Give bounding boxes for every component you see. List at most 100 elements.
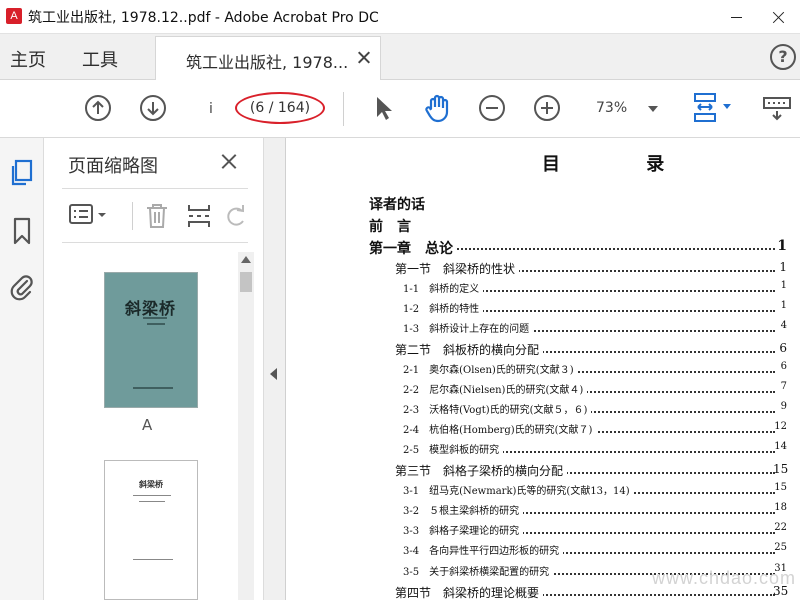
zoom-dropdown-icon[interactable] [648,106,658,112]
paperclip-icon [10,275,33,301]
thumbnails-scrollbar[interactable] [238,252,254,600]
toc-entry[interactable]: 2-5 模型斜板的研究 14 [287,441,787,461]
toc-entry[interactable]: 第一节 斜梁桥的性状 1 [287,260,787,280]
cover-subtitle-line [143,317,167,319]
toc-page-number: 6 [779,341,787,355]
toc-entry[interactable]: 1-3 斜桥设计上存在的问题 4 [287,320,787,340]
document-tab-label: 筑工业出版社, 1978... [186,53,349,72]
bookmark-icon [13,217,31,245]
list-options-icon [69,204,106,224]
toc-entry-title: 2-3 沃格特(Vogt)氏的研究(文献５，６) [403,401,592,416]
toc-entry-title: 3-4 各向异性平行四边形板的研究 [403,542,564,557]
toc-entry[interactable]: 2-4 杭伯格(Homberg)氏的研究(文献７) 12 [287,421,787,441]
toc-entry-title: 第三节 斜格子梁桥的横向分配 [395,462,568,479]
tab-home[interactable]: 主页 [10,46,46,72]
toc-entry[interactable]: 1-1 斜桥的定义 1 [287,280,787,300]
tab-tools[interactable]: 工具 [82,46,118,72]
delete-pages-button[interactable] [144,202,170,234]
page-thumbnail-title-page[interactable]: 斜梁桥 [104,460,198,600]
fit-page-icon [694,93,731,122]
toc-entry[interactable]: 第一章 总论 1 [287,238,787,258]
toc-page-number: 1 [779,260,787,274]
toc-entry[interactable]: 3-3 斜格子梁理论的研究 22 [287,522,787,542]
toc-entry-title: 前 言 [369,216,415,236]
options-menu-button[interactable] [68,202,110,232]
toc-entry[interactable]: 3-4 各向异性平行四边形板的研究 25 [287,542,787,562]
toc-entry-title: 1-2 斜桥的特性 [403,300,484,315]
page-thumbnails-button[interactable] [8,158,36,192]
toc-entry[interactable]: 3-1 纽马克(Newmark)氏等的研究(文献13，14) 15 [287,482,787,502]
hand-tool-button[interactable] [422,92,454,124]
toc-entry[interactable]: 2-3 沃格特(Vogt)氏的研究(文献５，６) 9 [287,401,787,421]
pane-divider [62,242,248,243]
attachments-button[interactable] [8,272,36,306]
toc-page-number: 9 [780,401,787,412]
page-thumbnail-cover[interactable]: 斜梁桥 [104,272,198,408]
title-bar: A 筑工业出版社, 1978.12..pdf - Adobe Acrobat P… [0,0,800,34]
toc-entry[interactable]: 2-2 尼尔森(Nielsen)氏的研究(文献４) 7 [287,381,787,401]
toc-page-number: 4 [780,320,787,331]
page-number-input[interactable]: i [193,95,229,123]
toc-entry-title: 3-1 纽马克(Newmark)氏等的研究(文献13，14) [403,482,634,497]
toc-entry[interactable]: 1-2 斜桥的特性 1 [287,300,787,320]
tab-document[interactable]: 筑工业出版社, 1978... [155,36,381,80]
document-view[interactable]: 目 录 译者的话前 言第一章 总论 1 第一节 斜梁桥的性状 1 1-1 斜桥的定义 1 1… [287,138,800,600]
toc-entry-title: 3-5 关于斜梁桥横梁配置的研究 [403,563,554,578]
toc-entry[interactable]: 3-2 ５根主梁斜桥的研究 18 [287,502,787,522]
toc-entry-title: 第二节 斜板桥的横向分配 [395,341,544,358]
arrow-up-icon [85,95,111,121]
pane-toolbar [62,194,248,238]
trash-icon [147,204,167,228]
toc-entry[interactable]: 前 言 [287,216,787,236]
pane-tool-divider [132,202,133,230]
scroll-up-icon[interactable] [241,256,251,263]
toc-entry-title: 3-2 ５根主梁斜桥的研究 [403,502,524,517]
toc-page-number: 6 [780,361,787,372]
close-tab-icon[interactable] [356,50,372,66]
rotate-page-button[interactable] [222,202,248,234]
previous-page-button[interactable] [84,94,112,122]
close-window-button[interactable] [758,0,800,34]
toc-page-number: 25 [774,542,787,553]
toolbar-divider [343,92,344,126]
toc-entry[interactable]: 第三节 斜格子梁桥的横向分配 15 [287,462,788,482]
close-pane-icon[interactable] [220,152,238,170]
toc-entry[interactable]: 译者的话 [287,194,787,214]
toc-entry[interactable]: 2-1 奥尔森(Olsen)氏的研究(文献３) 6 [287,361,787,381]
zoom-out-button[interactable] [478,94,506,122]
cover-publisher-line [133,387,173,389]
title-page-line [139,501,165,502]
extract-pages-button[interactable] [186,202,212,234]
minimize-button[interactable] [716,0,758,34]
toc-entry-title: 3-3 斜格子梁理论的研究 [403,522,524,537]
window-title: 筑工业出版社, 1978.12..pdf - Adobe Acrobat Pro… [28,10,379,26]
help-icon[interactable]: ? [770,44,796,70]
zoom-in-button[interactable] [533,94,561,122]
select-tool-button[interactable] [372,94,396,122]
collapse-pane-icon[interactable] [270,368,277,380]
title-page-publisher-line [133,559,173,560]
toc-entry[interactable]: 第二节 斜板桥的横向分配 6 [287,341,787,361]
title-page-line [133,495,171,496]
toc-page-number: 12 [774,421,787,432]
scrollbar-thumb[interactable] [240,272,252,292]
cover-title: 斜梁桥 [125,299,177,318]
toc-entry-title: 1-1 斜桥的定义 [403,280,484,295]
more-tools-button[interactable] [762,94,792,122]
toc-entry-title: 第四节 斜梁桥的理论概要 [395,584,544,600]
page-fit-button[interactable] [692,92,734,126]
bookmarks-button[interactable] [8,216,36,250]
next-page-button[interactable] [139,94,167,122]
toc-entry-title: 2-5 模型斜板的研究 [403,441,504,456]
toc-page-number: 15 [774,482,787,493]
thumbnails-icon [11,159,33,186]
thumbnails-pane: 页面缩略图 斜梁桥 A 斜梁桥 [44,138,264,600]
toc-page-number: 14 [774,441,787,452]
pane-splitter[interactable] [264,138,286,600]
toc-page-number: 7 [780,381,787,392]
hand-icon [425,94,449,123]
page-count: (6 / 164) [249,100,311,116]
tab-bar: 主页 工具 筑工业出版社, 1978... ? [0,34,800,80]
zoom-level[interactable]: 73% [596,100,627,116]
watermark: www.chdao.com [652,568,797,588]
